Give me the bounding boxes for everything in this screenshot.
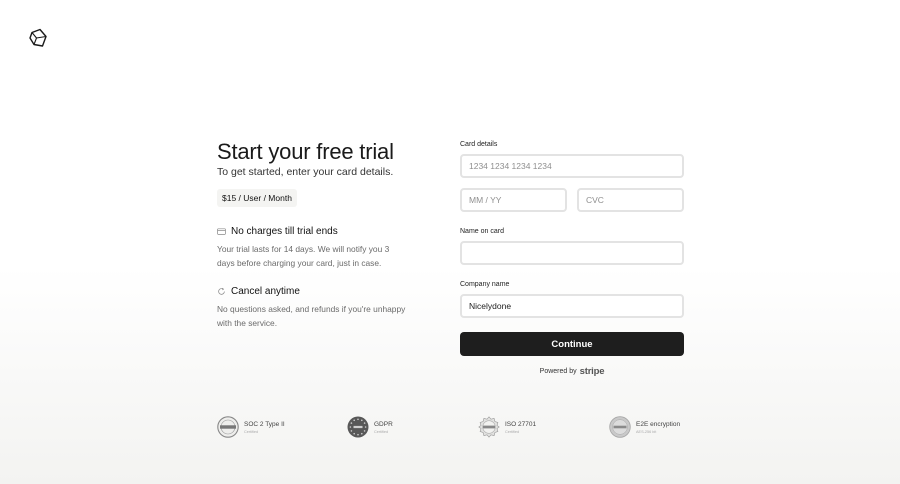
badge-subtitle: Certified bbox=[505, 429, 520, 434]
trial-info: Start your free trial To get started, en… bbox=[217, 140, 417, 330]
feature-title: Cancel anytime bbox=[231, 286, 300, 297]
feature-description: No questions asked, and refunds if you'r… bbox=[217, 304, 406, 328]
name-on-card-label: Name on card bbox=[460, 228, 504, 235]
feature-description: Your trial lasts for 14 days. We will no… bbox=[217, 244, 390, 268]
stripe-logo: stripe bbox=[579, 366, 605, 377]
page-title: Start your free trial bbox=[217, 139, 394, 164]
card-details-label: Card details bbox=[460, 141, 498, 148]
feature-title: No charges till trial ends bbox=[231, 226, 338, 237]
badge-soc2: SOC 2 Type II Certified bbox=[217, 416, 285, 438]
soc2-seal-icon bbox=[217, 416, 239, 438]
company-name-label: Company name bbox=[460, 281, 510, 288]
badge-iso: ISO 27701 Certified bbox=[478, 416, 536, 438]
card-extra-row bbox=[460, 188, 684, 212]
powered-by-label: Powered by bbox=[539, 368, 577, 375]
refresh-icon bbox=[217, 287, 226, 296]
badge-title: GDPR bbox=[374, 420, 393, 428]
badge-title: ISO 27701 bbox=[505, 420, 537, 428]
continue-button[interactable]: Continue bbox=[460, 332, 684, 356]
brand-logo-icon[interactable] bbox=[28, 28, 48, 48]
price-badge: $15 / User / Month bbox=[217, 189, 297, 207]
feature-no-charges: No charges till trial ends Your trial la… bbox=[217, 226, 417, 270]
expiry-input[interactable] bbox=[460, 188, 567, 212]
badge-subtitle: Certified bbox=[244, 429, 259, 434]
badge-subtitle: Certified bbox=[374, 429, 389, 434]
name-on-card-input[interactable] bbox=[460, 241, 684, 265]
page-subtitle: To get started, enter your card details. bbox=[217, 166, 394, 178]
compliance-badges: SOC 2 Type II Certified GDPR Certified I… bbox=[0, 416, 900, 440]
badge-subtitle: AES-256 bit bbox=[636, 429, 657, 434]
card-number-input[interactable] bbox=[460, 154, 684, 178]
feature-cancel-anytime: Cancel anytime No questions asked, and r… bbox=[217, 286, 417, 330]
cvc-input[interactable] bbox=[577, 188, 684, 212]
badge-title: E2E encryption bbox=[636, 420, 681, 428]
aes-seal-icon bbox=[609, 416, 631, 438]
gdpr-seal-icon bbox=[347, 416, 369, 438]
iso-seal-icon bbox=[478, 416, 500, 438]
payment-form: Card details Name on card Company name C… bbox=[460, 141, 684, 377]
badge-title: SOC 2 Type II bbox=[244, 420, 285, 428]
powered-by-stripe[interactable]: Powered by stripe bbox=[460, 366, 684, 377]
badge-aes: E2E encryption AES-256 bit bbox=[609, 416, 680, 438]
badge-gdpr: GDPR Certified bbox=[347, 416, 393, 438]
credit-card-icon bbox=[217, 227, 226, 236]
company-name-input[interactable] bbox=[460, 294, 684, 318]
